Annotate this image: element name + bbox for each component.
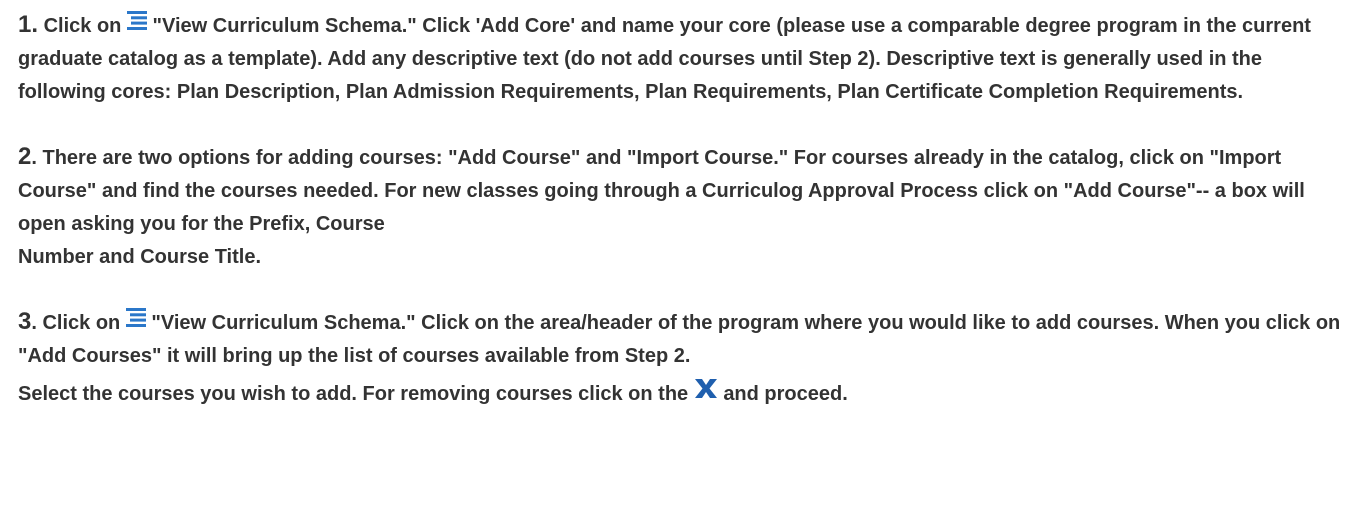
step-1: 1. Click on "View Curriculum Schema." Cl…: [18, 8, 1348, 109]
step-3-text-after-icon: "View Curriculum Schema." Click on the a…: [18, 312, 1341, 367]
step-2-text-end: Number and Course Title.: [18, 246, 262, 268]
step-3-number: 3: [18, 308, 32, 335]
step-1-text-before-icon: Click on: [43, 15, 122, 37]
step-3-text-before-icon: . Click on: [31, 312, 121, 334]
step-2: 2. There are two options for adding cour…: [18, 140, 1348, 274]
step-3-paragraph: 3. Click on "View Curriculum Schema." Cl…: [18, 305, 1348, 373]
step-3-proceed-text: and proceed.: [723, 383, 848, 405]
schema-list-icon: [125, 308, 146, 328]
step-1-number: 1.: [18, 11, 39, 38]
schema-list-icon: [126, 11, 147, 31]
step-3-remove-text: Select the courses you wish to add. For …: [18, 383, 689, 405]
step-1-text-after-icon: "View Curriculum Schema." Click 'Add Cor…: [18, 15, 1311, 103]
remove-x-icon: [694, 378, 718, 399]
step-2-text: . There are two options for adding cours…: [18, 147, 1305, 235]
step-3-last-line: Select the courses you wish to add. For …: [18, 378, 1348, 411]
step-3: 3. Click on "View Curriculum Schema." Cl…: [18, 305, 1348, 411]
instructions-document: 1. Click on "View Curriculum Schema." Cl…: [18, 8, 1348, 411]
step-2-number: 2: [18, 143, 32, 170]
